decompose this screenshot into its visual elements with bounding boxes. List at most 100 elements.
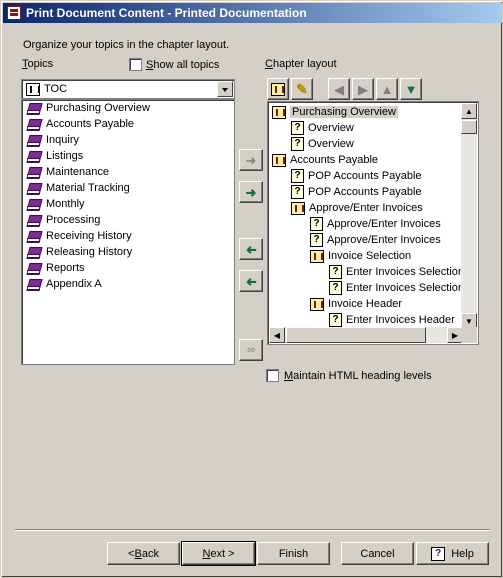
tree-item-label: Overview <box>308 138 354 150</box>
topic-label: Accounts Payable <box>46 118 135 130</box>
topic-list-item[interactable]: Listings <box>22 148 234 164</box>
intro-text: Organize your topics in the chapter layo… <box>23 39 230 51</box>
tree-item-label: POP Accounts Payable <box>308 170 422 182</box>
chapter-tree-item[interactable]: Purchasing Overview <box>272 104 398 120</box>
binoculars-icon: ∞ <box>247 343 255 356</box>
topic-label: Reports <box>46 262 85 274</box>
topic-list-item[interactable]: Receiving History <box>22 228 234 244</box>
topic-help-icon: ? <box>310 233 323 247</box>
scrollbar-corner <box>461 327 477 343</box>
chapter-tree-item[interactable]: ? Enter Invoices Header <box>329 312 455 328</box>
topics-source-combo[interactable]: TOC <box>21 79 235 99</box>
chapter-tree-item[interactable]: ? Approve/Enter Invoices <box>310 232 441 248</box>
topics-list[interactable]: Purchasing Overview Accounts Payable Inqui… <box>21 99 235 365</box>
find-button[interactable]: ∞ <box>239 339 263 361</box>
topic-label: Releasing History <box>46 246 133 258</box>
topic-label: Maintenance <box>46 166 109 178</box>
topic-list-item[interactable]: Releasing History <box>22 244 234 260</box>
chapter-book-icon <box>291 201 305 215</box>
remove-all-button[interactable]: ➜ <box>239 270 263 292</box>
book-icon <box>27 166 42 178</box>
help-button[interactable]: ? Help <box>416 542 489 565</box>
topic-list-item[interactable]: Accounts Payable <box>22 116 234 132</box>
toc-icon <box>26 82 40 96</box>
tree-item-label: Enter Invoices Header <box>346 314 455 326</box>
maintain-heading-levels-checkbox[interactable]: Maintain HTML heading levels <box>266 369 432 382</box>
rename-button[interactable]: ✎ <box>291 78 313 100</box>
horizontal-scrollbar[interactable]: ◀ ▶ <box>269 327 463 343</box>
horizontal-scroll-thumb[interactable] <box>286 327 426 343</box>
show-all-topics-label: Show all topics <box>146 58 220 71</box>
topic-list-item[interactable]: Monthly <box>22 196 234 212</box>
tree-item-label: Accounts Payable <box>290 154 379 166</box>
move-right-button[interactable]: ▶ <box>352 78 374 100</box>
maintain-checkbox-box[interactable] <box>266 369 279 382</box>
add-topic-button[interactable]: ➜ <box>239 149 263 171</box>
show-all-topics-checkbox[interactable]: Show all topics <box>129 58 219 71</box>
move-left-button[interactable]: ◀ <box>328 78 350 100</box>
topic-label: Material Tracking <box>46 182 130 194</box>
chapter-tree-item[interactable]: ? Enter Invoices Selection <box>329 280 464 296</box>
next-button[interactable]: Next > <box>181 541 256 566</box>
topic-help-icon: ? <box>291 185 304 199</box>
move-down-button[interactable]: ▼ <box>400 78 422 100</box>
finish-button[interactable]: Finish <box>257 542 330 565</box>
topic-list-item[interactable]: Processing <box>22 212 234 228</box>
arrow-left-icon: ◀ <box>334 81 344 97</box>
tree-item-label: Overview <box>308 122 354 134</box>
topic-help-icon: ? <box>310 217 323 231</box>
chapter-book-icon <box>272 105 286 119</box>
double-arrow-right-icon: ➜ <box>245 184 257 200</box>
show-all-checkbox-box[interactable] <box>129 58 142 71</box>
arrow-left-icon: ➜ <box>245 241 257 257</box>
topic-help-icon: ? <box>291 121 304 135</box>
remove-topic-button[interactable]: ➜ <box>239 238 263 260</box>
topic-list-item[interactable]: Maintenance <box>22 164 234 180</box>
title-bar: Print Document Content - Printed Documen… <box>3 3 502 23</box>
chapter-tree-item[interactable]: Accounts Payable <box>272 152 378 168</box>
back-button[interactable]: < Back <box>107 542 180 565</box>
tree-item-label: POP Accounts Payable <box>308 186 422 198</box>
app-icon <box>7 6 21 20</box>
arrow-right-icon: ➜ <box>245 152 257 168</box>
topic-label: Appendix A <box>46 278 102 290</box>
topic-list-item[interactable]: Reports <box>22 260 234 276</box>
book-icon <box>27 150 42 162</box>
tree-item-label: Approve/Enter Invoices <box>327 234 441 246</box>
scroll-left-button[interactable]: ◀ <box>269 327 285 343</box>
topic-help-icon: ? <box>329 281 342 295</box>
topic-label: Receiving History <box>46 230 132 242</box>
chapter-tree-item[interactable]: ? POP Accounts Payable <box>291 168 422 184</box>
topic-list-item[interactable]: Material Tracking <box>22 180 234 196</box>
book-icon <box>27 118 42 130</box>
chapter-tree-item[interactable]: Invoice Selection <box>310 248 411 264</box>
chapter-tree-item[interactable]: ? Approve/Enter Invoices <box>310 216 441 232</box>
chapter-tree-item[interactable]: ? Overview <box>291 136 354 152</box>
bottom-separator <box>15 529 490 531</box>
new-chapter-button[interactable] <box>267 78 289 100</box>
topic-label: Purchasing Overview <box>46 102 150 114</box>
scroll-up-button[interactable]: ▲ <box>461 103 477 119</box>
cancel-button[interactable]: Cancel <box>341 542 414 565</box>
chapter-tree-item[interactable]: ? Overview <box>291 120 354 136</box>
chapter-layout-tree[interactable]: Purchasing Overview? Overview? Overview Acc… <box>267 101 479 345</box>
chapter-tree-item[interactable]: ? POP Accounts Payable <box>291 184 422 200</box>
topic-list-item[interactable]: Purchasing Overview <box>22 100 234 116</box>
book-icon <box>27 214 42 226</box>
chapter-layout-label: Chapter layout <box>265 58 337 70</box>
tree-item-label: Invoice Selection <box>328 250 412 262</box>
vertical-scrollbar[interactable]: ▲ ▼ <box>461 103 477 329</box>
tree-item-label: Enter Invoices Selection <box>346 282 465 294</box>
chapter-tree-item[interactable]: ? Enter Invoices Selection <box>329 264 464 280</box>
combo-dropdown-button[interactable] <box>217 81 233 97</box>
topic-list-item[interactable]: Inquiry <box>22 132 234 148</box>
vertical-scroll-thumb[interactable] <box>461 120 477 134</box>
chapter-tree-item[interactable]: Invoice Header <box>310 296 402 312</box>
add-all-button[interactable]: ➜ <box>239 181 263 203</box>
topic-label: Inquiry <box>46 134 80 146</box>
move-up-button[interactable]: ▲ <box>376 78 398 100</box>
tree-item-label: Enter Invoices Selection <box>346 266 465 278</box>
chapter-tree-item[interactable]: Approve/Enter Invoices <box>291 200 423 216</box>
topic-list-item[interactable]: Appendix A <box>22 276 234 292</box>
pencil-icon: ✎ <box>296 80 308 97</box>
